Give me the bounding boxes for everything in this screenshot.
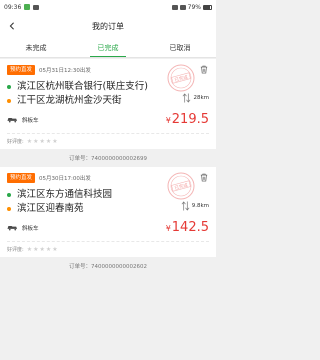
dropoff-address: 江干区龙湖杭州金沙天街 <box>7 95 169 106</box>
battery-percent: 79% <box>187 3 201 11</box>
vehicle-type: 斜板车 <box>7 116 39 124</box>
notification-icon <box>33 4 40 10</box>
order-price: ¥ 219.5 <box>165 112 209 127</box>
status-bar: 09:36 79% <box>0 0 216 14</box>
vehicle-type: 斜板车 <box>7 224 39 232</box>
star-icon: ★ <box>26 246 33 253</box>
order-time: 05月31日12:30出发 <box>39 68 91 74</box>
nav-bar: 我的订单 <box>0 14 216 38</box>
star-icon: ★ <box>33 246 39 253</box>
tow-truck-icon <box>7 117 18 122</box>
order-type-badge: 预约直发 <box>7 173 36 183</box>
order-card[interactable]: 预约直发 05月30日17:00出发 已完成 滨江区东方通信科技园 滨江区迎春南… <box>0 167 216 257</box>
tab-cancelled[interactable]: 已取消 <box>144 38 216 57</box>
route-distance: 9.8km <box>169 189 209 217</box>
page-title: 我的订单 <box>92 21 124 31</box>
status-time: 09:36 <box>4 3 22 11</box>
swap-arrows-icon <box>181 201 190 211</box>
battery-icon <box>203 4 212 10</box>
star-icon: ★ <box>39 246 45 253</box>
wifi-icon <box>171 4 178 10</box>
pickup-dot-icon <box>7 193 11 197</box>
rating-stars: ★ ★ ★ ★ ★ <box>27 138 58 145</box>
pickup-dot-icon <box>7 85 11 89</box>
tab-completed[interactable]: 已完成 <box>72 38 144 57</box>
app-notification-icon <box>24 4 31 10</box>
order-number: 订单号：7400000000002699 <box>0 149 216 167</box>
tab-incomplete[interactable]: 未完成 <box>0 38 72 57</box>
back-arrow-icon <box>9 22 14 30</box>
rating-row: 好评度: ★ ★ ★ ★ ★ <box>7 241 209 257</box>
pickup-address: 滨江区东方通信科技园 <box>7 189 169 200</box>
delete-icon[interactable] <box>200 65 208 74</box>
order-time: 05月30日17:00出发 <box>39 176 91 182</box>
star-icon: ★ <box>39 138 45 145</box>
order-list[interactable]: 预约直发 05月31日12:30出发 已完成 滨江区杭州联合银行(联庄支行) 江… <box>0 59 216 360</box>
signal-icon <box>179 4 186 10</box>
rating-row: 好评度: ★ ★ ★ ★ ★ <box>7 133 209 149</box>
swap-arrows-icon <box>183 93 191 103</box>
rating-label: 好评度: <box>7 139 24 145</box>
star-icon: ★ <box>52 138 58 145</box>
dropoff-dot-icon <box>7 99 11 103</box>
star-icon: ★ <box>45 246 52 253</box>
order-tabs: 未完成 已完成 已取消 <box>0 38 216 58</box>
star-icon: ★ <box>33 138 39 145</box>
dropoff-address: 滨江区迎春南苑 <box>7 203 169 214</box>
tow-truck-icon <box>7 225 18 230</box>
star-icon: ★ <box>26 138 33 145</box>
order-number: 订单号：7400000000002602 <box>0 257 216 275</box>
order-card[interactable]: 预约直发 05月31日12:30出发 已完成 滨江区杭州联合银行(联庄支行) 江… <box>0 59 216 149</box>
order-price: ¥ 142.5 <box>165 220 209 235</box>
dropoff-dot-icon <box>7 207 11 211</box>
rating-label: 好评度: <box>7 247 24 253</box>
delete-icon[interactable] <box>200 173 208 182</box>
star-icon: ★ <box>45 138 52 145</box>
star-icon: ★ <box>52 246 58 253</box>
pickup-address: 滨江区杭州联合银行(联庄支行) <box>7 81 169 92</box>
rating-stars: ★ ★ ★ ★ ★ <box>27 246 58 253</box>
order-type-badge: 预约直发 <box>7 65 36 75</box>
route-distance: 28km <box>169 81 209 109</box>
back-button[interactable] <box>0 14 24 38</box>
